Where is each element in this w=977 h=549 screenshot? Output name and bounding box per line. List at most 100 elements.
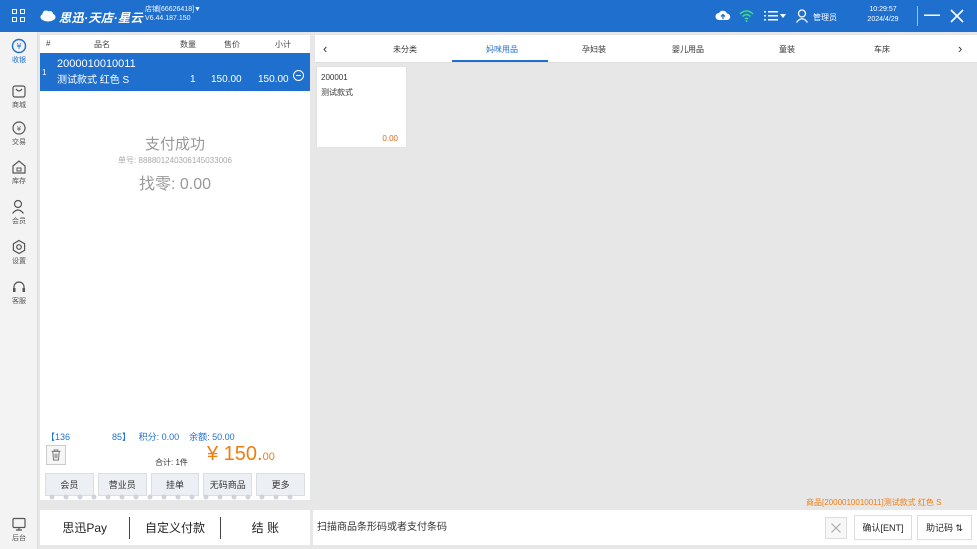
cart-item-row[interactable]: 1 2000010010011 测试款式 红色 S 1 150.00 150.0… [40,53,310,91]
headset-icon [13,281,25,292]
cart-item-code: 2000010010011 [57,58,136,70]
tab-cribs[interactable]: 车床 [842,44,922,55]
col-name: 品名 [94,40,110,49]
no-barcode-item-button[interactable]: 无码商品 [203,473,253,496]
product-name: 测试款式 [321,88,353,97]
cart-item-qty: 1 [190,74,196,85]
clear-input-button[interactable] [825,517,847,539]
tab-maternity-wear[interactable]: 孕妇装 [554,44,634,55]
svg-text:¥: ¥ [17,125,22,133]
nav-label: 后台 [12,535,26,542]
nav-label: 库存 [12,178,26,185]
nav-label: 收银 [12,57,26,64]
phone-mask [70,432,113,443]
member-button[interactable]: 会员 [45,473,94,496]
cloud-sync-icon[interactable] [715,10,731,22]
nav-label: 客服 [12,298,26,305]
col-index: # [46,39,51,48]
chevron-right-icon[interactable]: › [958,41,962,56]
cart-item-subtotal: 150.00 [258,74,289,85]
clear-cart-button[interactable] [46,445,66,465]
change-amount: 找零: 0.00 [138,176,212,193]
cart-item-price: 150.00 [211,74,242,85]
nav-label: 交易 [12,139,26,146]
nav-item-settings[interactable]: 设置 [0,239,38,266]
member-points: 积分: 0.00 [138,432,180,442]
pager-dots [49,494,293,500]
trade-icon: ¥ [12,121,26,135]
nav-item-backend[interactable]: 后台 [0,516,38,543]
nav-item-stock[interactable]: 库存 [0,159,38,186]
payment-status: 支付成功 [144,136,205,153]
scan-bar: 确认[ENT] 助记码 ⇅ [313,510,977,545]
nav-label: 商城 [12,102,26,109]
cart-table-header: # 品名 数量 售价 小计 [40,35,310,51]
clock: 10:29:57 2024/4/29 [856,5,910,25]
col-qty: 数量 [180,40,196,49]
order-number: 单号: 888801240306145033006 [118,156,232,165]
member-info[interactable]: 【136 85】 积分: 0.00 余额: 50.00 [46,430,235,443]
store-info[interactable]: 店铺[66626418]▼ V6.44.187.150 [145,5,201,23]
member-icon [12,199,24,214]
hold-order-button[interactable]: 挂单 [150,473,200,496]
cart-item-name: 测试款式 红色 S [57,75,130,86]
main-nav: ¥ 收银 商城 ¥ 交易 库存 会员 设置 客服 后台 [0,32,38,549]
nav-label: 设置 [12,258,26,265]
monitor-icon [12,517,26,531]
titlebar-divider [917,6,918,26]
product-code: 200001 [321,73,348,82]
warehouse-icon [12,160,26,174]
cloud-logo-icon [40,10,56,22]
user-name[interactable]: 管理员 [813,12,837,23]
product-price: 0.00 [382,134,398,143]
mall-icon [12,85,26,98]
payment-bar: 思迅Pay 自定义付款 结 账 [40,510,310,545]
tab-kids-wear[interactable]: 童装 [747,44,827,55]
status-message: 商品[2000010010011]测试款式 红色 S [806,498,942,507]
total-amount-dec: 00 [262,451,275,463]
barcode-input[interactable] [317,516,853,539]
wifi-icon [739,10,754,22]
total-count: 合计: 1件 [155,458,188,467]
total-amount-int: ¥ 150. [207,443,263,465]
user-icon[interactable] [796,9,810,23]
nav-item-support[interactable]: 客服 [0,279,38,306]
gear-icon [12,239,26,255]
brand-name: 思迅·天店·星云 [59,11,143,25]
member-phone-suffix: 85】 [112,432,132,442]
store-selector[interactable]: 店铺[66626418]▼ [145,5,201,14]
tab-baby-supplies[interactable]: 婴儿用品 [648,44,728,55]
member-phone-prefix: 【136 [46,432,71,442]
member-balance: 余额: 50.00 [189,432,235,442]
tab-uncategorized[interactable]: 未分类 [365,44,445,55]
product-tile[interactable]: 200001 测试款式 0.00 [316,66,407,148]
nav-item-member[interactable]: 会员 [0,199,38,226]
cashier-icon: ¥ [11,38,27,54]
app-grid-icon[interactable] [12,9,26,23]
svg-text:¥: ¥ [16,42,21,51]
custom-payment-button[interactable]: 自定义付款 [130,519,219,536]
nav-item-trade[interactable]: ¥ 交易 [0,120,38,147]
total-amount: ¥ 150.00 [207,443,275,466]
nav-label: 会员 [12,218,26,225]
nav-item-mall[interactable]: 商城 [0,83,38,110]
checkout-button[interactable]: 结 账 [221,519,310,536]
col-price: 售价 [224,40,240,49]
clock-date: 2024/4/29 [867,16,899,23]
close-icon [831,523,841,533]
trash-icon [51,449,61,461]
close-icon[interactable] [950,9,964,23]
salesperson-button[interactable]: 营业员 [97,473,147,496]
title-bar: 思迅·天店·星云 店铺[66626418]▼ V6.44.187.150 管理员… [0,0,977,32]
more-button[interactable]: 更多 [256,473,305,496]
nav-item-cashier[interactable]: ¥ 收银 [0,38,38,65]
mnemonic-code-button[interactable]: 助记码 ⇅ [917,515,972,540]
minimize-icon[interactable] [924,14,940,17]
remove-item-icon[interactable] [293,70,304,81]
menu-list-icon[interactable] [764,10,786,22]
active-tab-indicator [452,60,548,62]
confirm-button[interactable]: 确认[ENT] [854,515,912,540]
tab-mommy-supplies[interactable]: 妈咪用品 [462,44,542,55]
chevron-left-icon[interactable]: ‹ [323,41,327,56]
sixun-pay-button[interactable]: 思迅Pay [40,519,129,536]
